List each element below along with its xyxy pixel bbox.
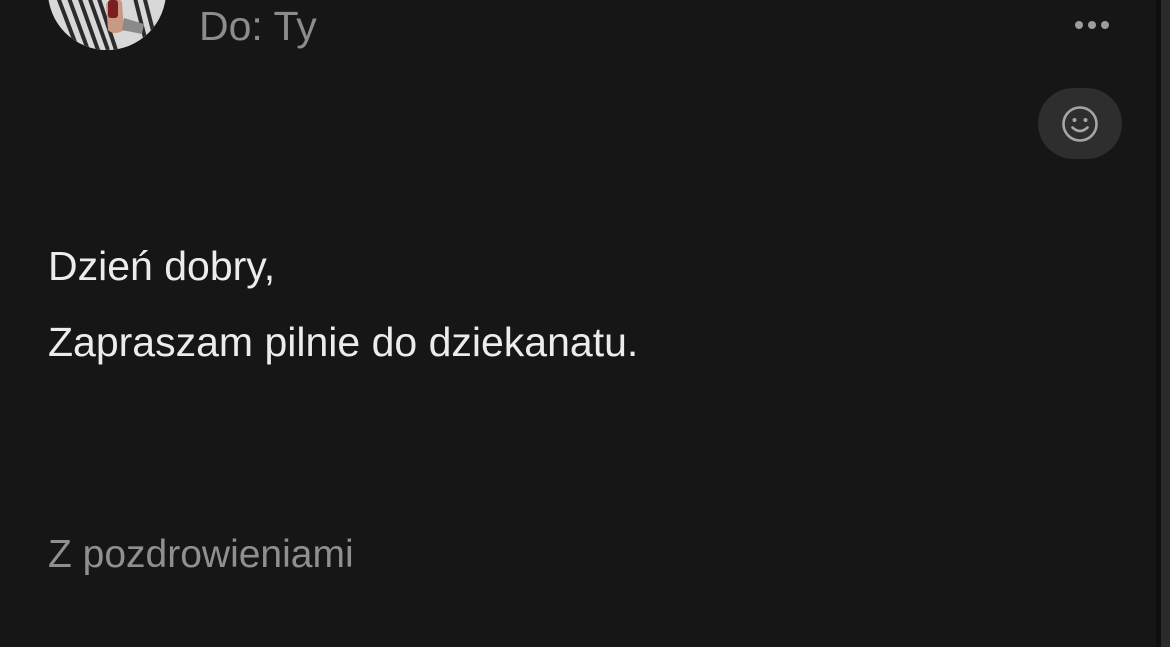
message-signature: Z pozdrowieniami	[48, 533, 354, 576]
avatar-photo	[48, 0, 166, 50]
smiley-icon	[1062, 105, 1098, 142]
recipient-line: Do: Ty	[199, 3, 317, 49]
more-horizontal-icon-dot	[1101, 21, 1109, 29]
scrollbar[interactable]	[1156, 0, 1170, 647]
email-view: Do: Ty Dzień dobry, Zapraszam pilnie do …	[0, 0, 1170, 647]
add-reaction-button[interactable]	[1038, 88, 1122, 159]
more-horizontal-icon	[1075, 21, 1083, 29]
more-options-button[interactable]	[1066, 10, 1118, 40]
message-text: Zapraszam pilnie do dziekanatu.	[48, 319, 639, 365]
message-body: Dzień dobry, Zapraszam pilnie do dziekan…	[48, 228, 638, 380]
more-horizontal-icon-dot	[1088, 21, 1096, 29]
sender-avatar[interactable]	[48, 0, 166, 50]
message-greeting: Dzień dobry,	[48, 243, 276, 289]
